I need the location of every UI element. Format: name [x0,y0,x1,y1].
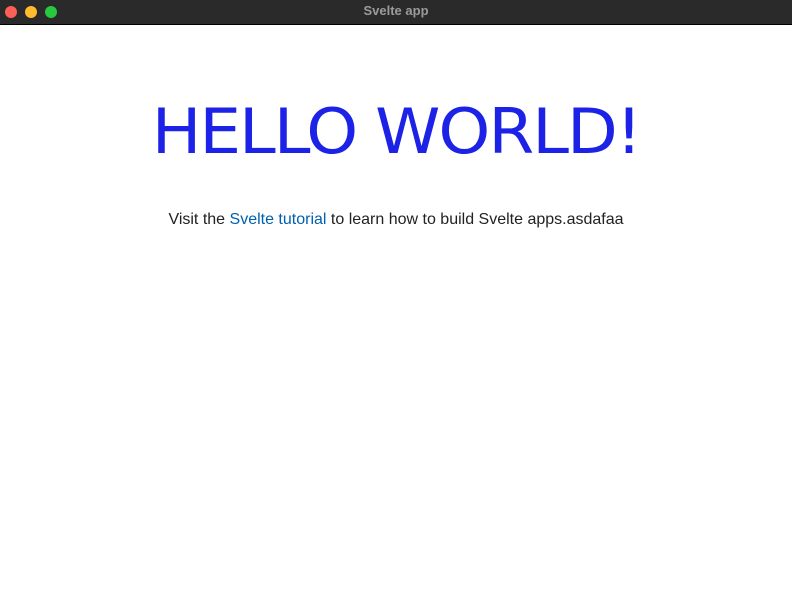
main-content: HELLO WORLD! Visit the Svelte tutorial t… [0,25,792,594]
intro-text-after: to learn how to build Svelte apps.asdafa… [326,211,624,228]
intro-paragraph: Visit the Svelte tutorial to learn how t… [0,209,792,231]
title-bar[interactable]: Svelte app [0,0,792,25]
page-heading: HELLO WORLD! [151,94,643,169]
svelte-tutorial-link[interactable]: Svelte tutorial [230,211,327,228]
app-window: Svelte app HELLO WORLD! Visit the Svelte… [0,0,792,594]
intro-text-before: Visit the [168,211,230,228]
window-title: Svelte app [363,3,429,18]
